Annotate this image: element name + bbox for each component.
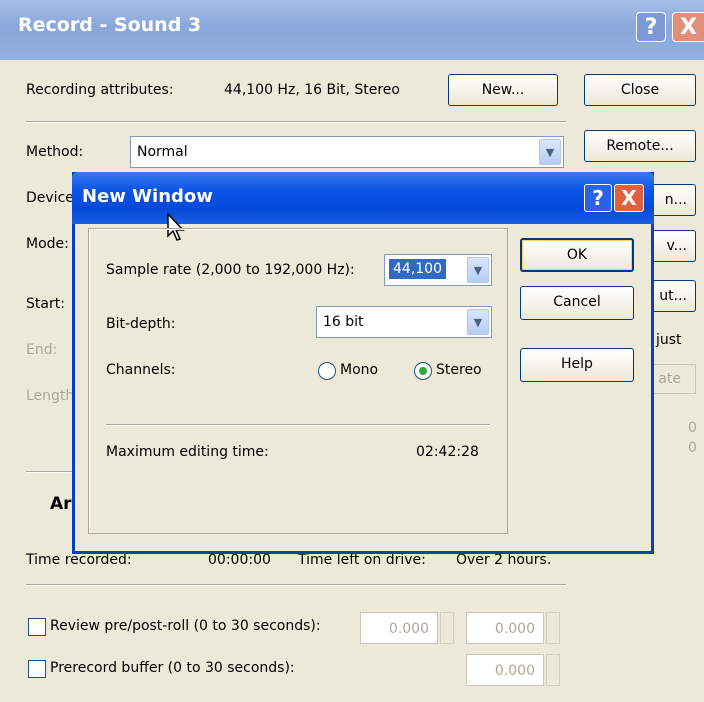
review-checkbox[interactable] bbox=[28, 618, 46, 636]
stereo-radio[interactable] bbox=[414, 362, 432, 380]
max-edit-label: Maximum editing time: bbox=[106, 444, 269, 460]
prerecord-spinner[interactable] bbox=[546, 654, 560, 686]
time-recorded-label: Time recorded: bbox=[26, 552, 132, 568]
method-label: Method: bbox=[26, 144, 84, 160]
prerecord-checkbox[interactable] bbox=[28, 660, 46, 678]
device-label: Device bbox=[26, 190, 74, 206]
chevron-down-icon[interactable]: ▼ bbox=[539, 139, 561, 165]
arm-label: Ar bbox=[50, 494, 72, 514]
chevron-down-icon[interactable]: ▼ bbox=[467, 309, 489, 335]
help-button[interactable]: Help bbox=[520, 348, 634, 382]
stereo-label: Stereo bbox=[436, 362, 482, 378]
end-label: End: bbox=[26, 342, 58, 358]
review-label: Review pre/post-roll (0 to 30 seconds): bbox=[50, 618, 321, 634]
separator bbox=[26, 584, 566, 586]
modal-help-icon[interactable]: ? bbox=[584, 184, 612, 212]
prerecord-input[interactable]: 0.000 bbox=[466, 654, 544, 686]
mono-radio[interactable] bbox=[318, 362, 336, 380]
review-pre-spinner[interactable] bbox=[440, 612, 454, 644]
chevron-down-icon[interactable]: ▼ bbox=[467, 257, 489, 283]
time-left-label: Time left on drive: bbox=[298, 552, 426, 568]
sample-rate-value: 44,100 bbox=[389, 259, 446, 279]
start-label: Start: bbox=[26, 296, 65, 312]
bit-depth-label: Bit-depth: bbox=[106, 316, 176, 332]
outer-close-button[interactable]: Close bbox=[584, 74, 696, 106]
adjust-label: just bbox=[656, 332, 682, 348]
recording-attributes-value: 44,100 Hz, 16 Bit, Stereo bbox=[224, 82, 400, 98]
radio-selected-dot bbox=[419, 367, 427, 375]
review-pre-input[interactable]: 0.000 bbox=[360, 612, 438, 644]
length-label: Length bbox=[26, 388, 75, 404]
bit-depth-value: 16 bit bbox=[323, 314, 364, 330]
bit-depth-dropdown[interactable]: 16 bit ▼ bbox=[316, 306, 492, 338]
ok-button[interactable]: OK bbox=[520, 238, 634, 272]
method-dropdown[interactable]: Normal ▼ bbox=[130, 136, 564, 168]
time-recorded-value: 00:00:00 bbox=[208, 552, 271, 568]
outer-window-title: Record - Sound 3 bbox=[18, 14, 202, 36]
recording-attributes-label: Recording attributes: bbox=[26, 82, 174, 98]
review-post-spinner[interactable] bbox=[546, 612, 560, 644]
channels-label: Channels: bbox=[106, 362, 176, 378]
sample-rate-label: Sample rate (2,000 to 192,000 Hz): bbox=[106, 262, 355, 278]
modal-close-icon[interactable]: X bbox=[614, 184, 644, 212]
review-post-input[interactable]: 0.000 bbox=[466, 612, 544, 644]
cancel-button[interactable]: Cancel bbox=[520, 286, 634, 320]
sample-rate-dropdown[interactable]: 44,100 ▼ bbox=[384, 254, 492, 286]
outer-close-icon[interactable]: X bbox=[672, 12, 704, 42]
prerecord-label: Prerecord buffer (0 to 30 seconds): bbox=[50, 660, 295, 676]
separator bbox=[26, 121, 566, 123]
separator bbox=[106, 424, 490, 426]
mode-label: Mode: bbox=[26, 236, 69, 252]
time-left-value: Over 2 hours. bbox=[456, 552, 552, 568]
new-button[interactable]: New... bbox=[448, 74, 558, 106]
method-value: Normal bbox=[137, 144, 188, 160]
zero-value-2: 0 bbox=[688, 440, 697, 456]
mono-label: Mono bbox=[340, 362, 379, 378]
update-button[interactable]: ate bbox=[650, 364, 696, 394]
remote-button[interactable]: Remote... bbox=[584, 130, 696, 162]
max-edit-value: 02:42:28 bbox=[416, 444, 479, 460]
separator bbox=[26, 471, 76, 473]
new-window-title: New Window bbox=[82, 186, 213, 207]
zero-value-1: 0 bbox=[688, 420, 697, 436]
outer-help-button[interactable]: ? bbox=[636, 12, 666, 42]
